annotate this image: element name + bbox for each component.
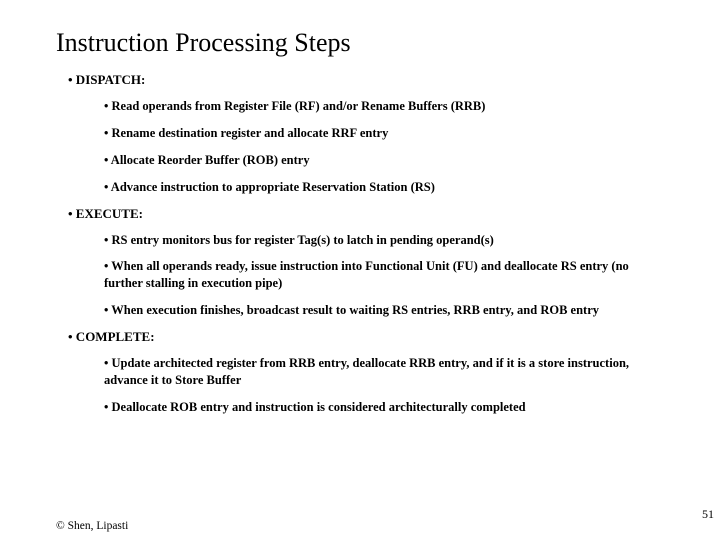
section-heading-execute: • EXECUTE: xyxy=(68,206,720,222)
bullet-item: • RS entry monitors bus for register Tag… xyxy=(104,232,720,249)
slide: Instruction Processing Steps • DISPATCH:… xyxy=(0,0,720,540)
bullet-item: • When all operands ready, issue instruc… xyxy=(104,258,720,292)
section-heading-dispatch: • DISPATCH: xyxy=(68,72,720,88)
bullet-item: • Advance instruction to appropriate Res… xyxy=(104,179,720,196)
bullet-item: • Update architected register from RRB e… xyxy=(104,355,720,389)
slide-title: Instruction Processing Steps xyxy=(56,28,720,58)
bullet-item: • Rename destination register and alloca… xyxy=(104,125,720,142)
bullet-item: • Deallocate ROB entry and instruction i… xyxy=(104,399,720,416)
footer-copyright: © Shen, Lipasti xyxy=(56,520,128,532)
section-heading-complete: • COMPLETE: xyxy=(68,329,720,345)
bullet-item: • Allocate Reorder Buffer (ROB) entry xyxy=(104,152,720,169)
page-number: 51 xyxy=(702,507,714,522)
bullet-item: • When execution finishes, broadcast res… xyxy=(104,302,720,319)
bullet-item: • Read operands from Register File (RF) … xyxy=(104,98,720,115)
